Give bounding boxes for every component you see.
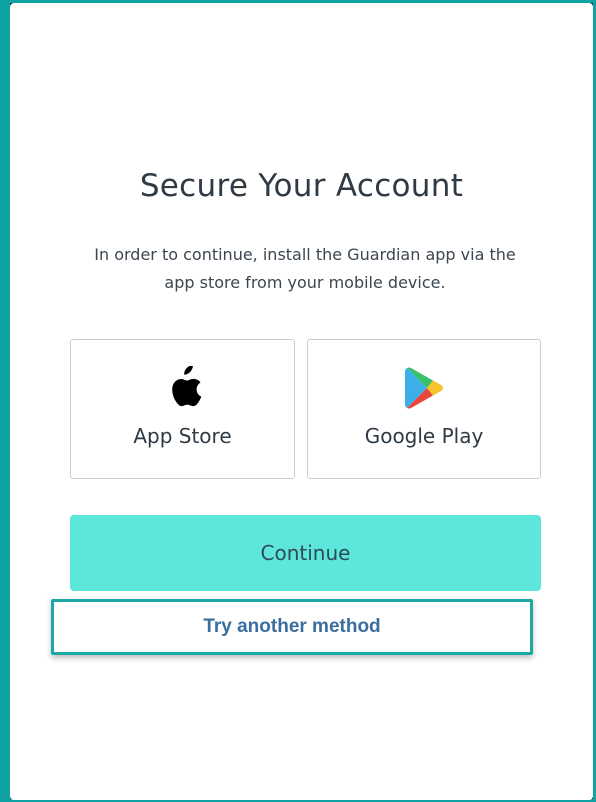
try-another-method-highlight: Try another method bbox=[51, 599, 533, 655]
continue-button[interactable]: Continue bbox=[70, 515, 541, 591]
page-subtitle: In order to continue, install the Guardi… bbox=[94, 245, 516, 292]
enrollment-card: Secure Your Account In order to continue… bbox=[10, 3, 593, 800]
google-play-label: Google Play bbox=[364, 424, 484, 448]
app-store-button[interactable]: App Store bbox=[70, 339, 295, 479]
app-store-label: App Store bbox=[133, 424, 232, 448]
page-title: Secure Your Account bbox=[139, 168, 464, 204]
google-play-icon bbox=[308, 364, 540, 412]
try-another-method-button[interactable]: Try another method bbox=[54, 602, 530, 652]
google-play-button[interactable]: Google Play bbox=[307, 339, 541, 479]
apple-icon bbox=[71, 364, 294, 412]
